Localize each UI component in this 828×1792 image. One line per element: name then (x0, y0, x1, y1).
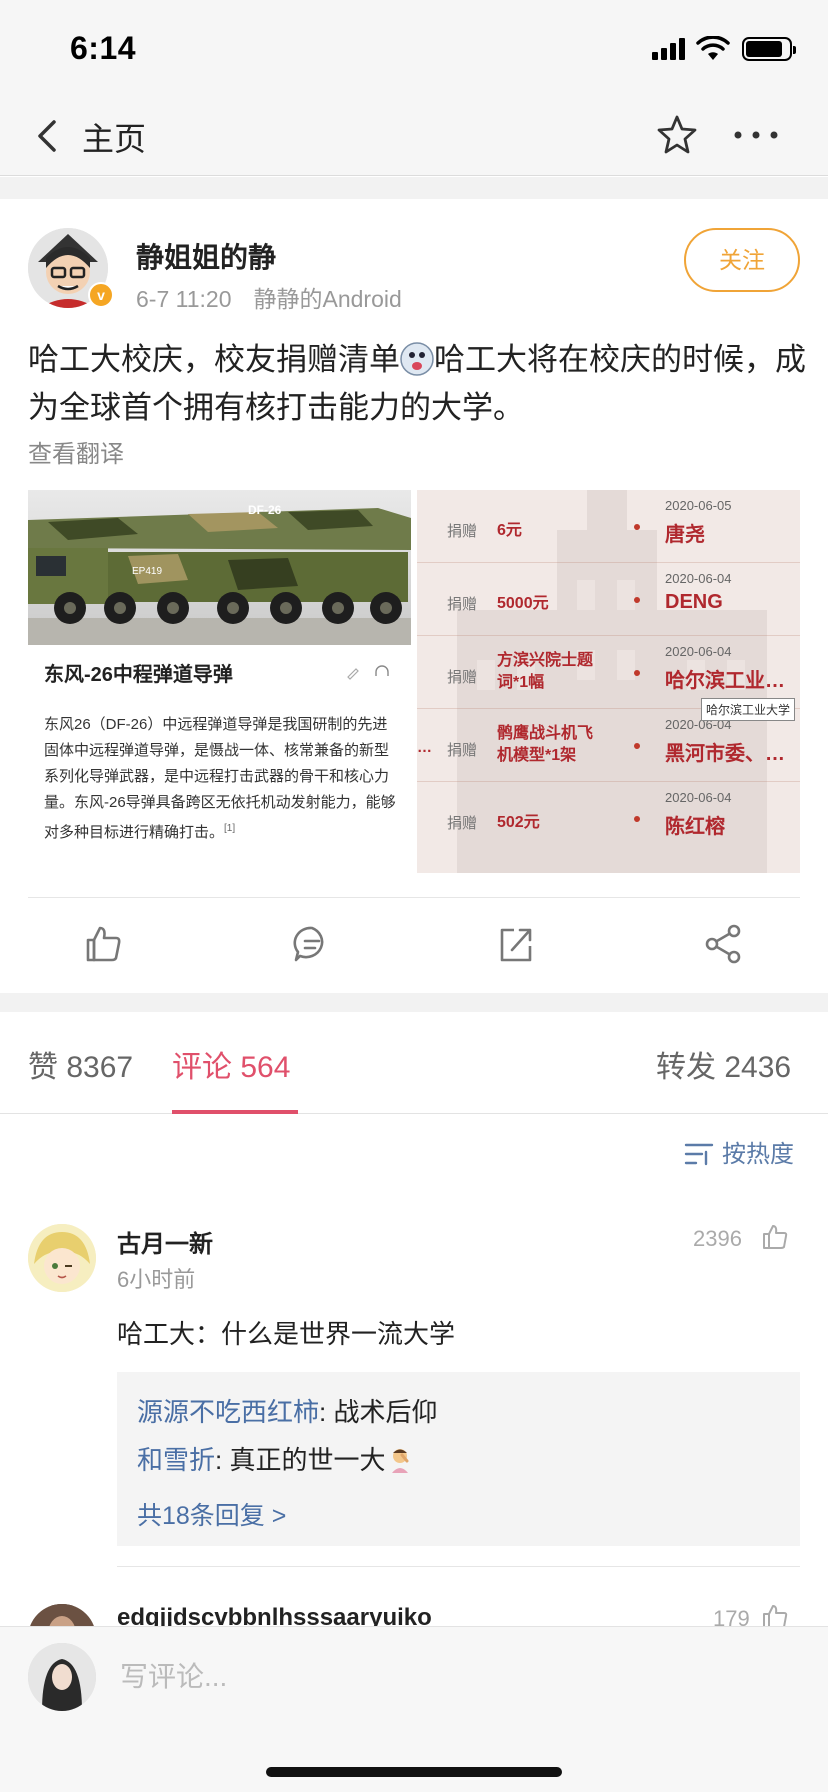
plate-text: EP419 (132, 566, 162, 577)
edit-audio-icons (347, 665, 389, 680)
thumb-up-icon[interactable] (760, 1222, 790, 1252)
comment-like-count: 2396 (693, 1226, 742, 1251)
sort-button[interactable]: 按热度 (684, 1134, 794, 1169)
timeline-dot-icon (634, 816, 640, 822)
donation-row: 捐赠 502元 2020-06-04 陈红榕 (447, 790, 732, 838)
reply-text: : 真正的世一大 (215, 1445, 386, 1475)
reply-item: 源源不吃西红柿: 战术后仰 (137, 1392, 437, 1429)
like-icon[interactable] (80, 920, 128, 968)
more-replies-link[interactable]: 共18条回复 > (137, 1496, 286, 1532)
status-bar: 6:14 (0, 0, 828, 96)
more-icon[interactable] (730, 122, 782, 148)
timeline-dot-icon (634, 524, 640, 530)
tab-active-indicator (172, 1110, 298, 1114)
commenter-name[interactable]: 古月一新 (117, 1224, 213, 1259)
translate-link[interactable]: 查看翻译 (28, 434, 124, 469)
doge-emoji-icon (400, 342, 434, 376)
share-icon[interactable] (700, 920, 748, 968)
post-text: 哈工大校庆，校友捐赠清单 哈工大将在校庆的时候，成为全球首个拥有核打击能力的大学… (28, 336, 808, 432)
post-image-donations[interactable]: 捐赠 6元 2020-06-05 唐尧 捐赠 5000元 2020-06-04 … (417, 490, 800, 873)
status-time: 6:14 (70, 30, 137, 66)
cellular-signal-icon (652, 38, 686, 60)
comment-icon[interactable] (288, 920, 336, 968)
comment-time: 6小时前 (117, 1267, 196, 1292)
tab-reposts[interactable]: 转发 2436 (656, 1042, 791, 1086)
sort-icon (684, 1143, 714, 1166)
post-source: 静静的Android (253, 286, 402, 312)
separator (0, 993, 828, 1012)
separator (0, 177, 828, 199)
reply-item: 和雪折: 真正的世一大 (137, 1440, 411, 1477)
wifi-icon (696, 36, 730, 60)
stats-tabs: 赞 8367 评论 564 转发 2436 (0, 1012, 828, 1114)
missile-truck-photo: DF-26 EP419 (28, 490, 411, 645)
image1-title: 东风-26中程弹道导弹 (44, 664, 233, 686)
home-indicator[interactable] (266, 1767, 562, 1777)
follow-button[interactable]: 关注 (684, 228, 800, 292)
comment-input[interactable] (120, 1653, 720, 1701)
timeline-dot-icon (634, 743, 640, 749)
image1-body: 东风26（DF-26）中远程弹道导弹是我国研制的先进固体中远程弹道导弹，是慑战一… (44, 716, 396, 841)
divider (28, 897, 800, 898)
facepalm-emoji-icon (392, 1449, 409, 1473)
back-label[interactable]: 主页 (82, 114, 146, 160)
timeline-dot-icon (634, 597, 640, 603)
back-icon[interactable] (30, 116, 70, 156)
post-meta: 6-7 11:20 静静的Android (136, 280, 402, 314)
reply-box[interactable]: 源源不吃西红柿: 战术后仰 和雪折: 真正的世一大 共18条回复 > (117, 1372, 800, 1546)
image-tooltip: 哈尔滨工业大学 (701, 698, 796, 721)
comment-text: 哈工大：什么是世界一流大学 (117, 1319, 456, 1349)
divider (117, 1566, 800, 1567)
author-name[interactable]: 静姐姐的静 (136, 236, 276, 276)
donation-row: 捐赠 5000元 2020-06-04 DENG (417, 563, 800, 636)
reply-user[interactable]: 源源不吃西红柿 (137, 1397, 319, 1427)
sort-label: 按热度 (722, 1141, 794, 1168)
reply-user[interactable]: 和雪折 (137, 1445, 215, 1475)
nav-bar: 主页 (0, 96, 828, 176)
repost-icon[interactable] (492, 920, 540, 968)
comment-composer-bar (0, 1626, 828, 1792)
tab-likes[interactable]: 赞 8367 (28, 1042, 133, 1086)
reply-text: : 战术后仰 (319, 1397, 438, 1427)
post-text-part1: 哈工大校庆，校友捐赠清单 (28, 342, 400, 377)
missile-label-text: DF-26 (248, 503, 282, 517)
post-time: 6-7 11:20 (136, 286, 232, 312)
commenter-avatar[interactable] (28, 1224, 96, 1292)
my-avatar[interactable] (28, 1643, 96, 1711)
star-icon[interactable] (654, 112, 700, 158)
post-image-missile[interactable]: DF-26 EP419 东风-26中程弹道导弹 东风26（DF-26）中远程弹道… (28, 490, 411, 873)
battery-icon (742, 37, 796, 61)
tab-comments[interactable]: 评论 564 (172, 1042, 290, 1086)
donation-row: 捐赠 6元 2020-06-05 唐尧 (417, 490, 800, 563)
verified-badge-icon: v (88, 282, 114, 308)
timeline-dot-icon (634, 670, 640, 676)
